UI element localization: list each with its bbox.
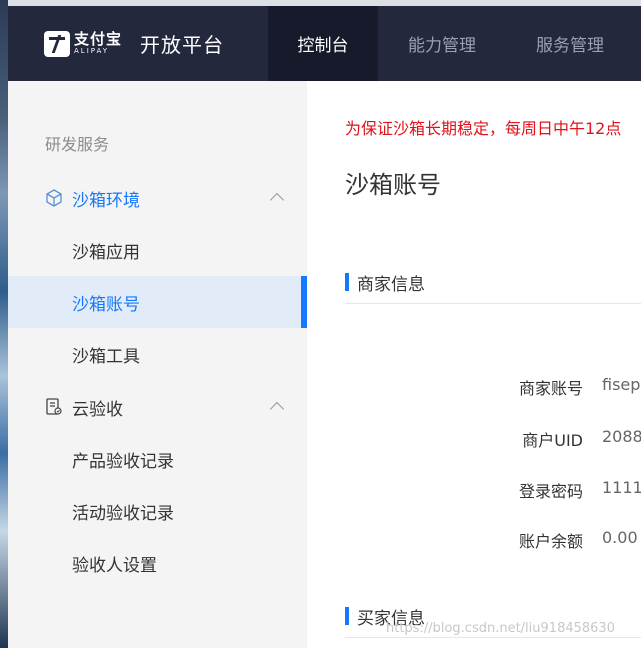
brand-logo-en: ALIPAY: [74, 47, 110, 55]
tab-console[interactable]: 控制台: [268, 6, 378, 81]
tab-capability-management[interactable]: 能力管理: [378, 6, 506, 81]
field-label: 商家账号: [518, 379, 583, 398]
sidebar-item-product-acceptance[interactable]: 产品验收记录: [8, 433, 307, 485]
sidebar-item-label: 活动验收记录: [72, 503, 174, 524]
brand[interactable]: 支付宝 ALIPAY 开放平台: [44, 6, 224, 81]
brand-logo-text: 支付宝 ALIPAY: [74, 31, 122, 56]
brand-logo-cn: 支付宝: [74, 30, 123, 48]
field-value[interactable]: 2088: [602, 427, 641, 446]
watermark: https://blog.csdn.net/liu918458630: [386, 621, 615, 636]
field-value[interactable]: 11111: [602, 478, 641, 497]
sidebar-item-sandbox-app[interactable]: 沙箱应用: [8, 224, 307, 276]
field-value[interactable]: fisepu: [602, 375, 641, 394]
section-divider: [345, 303, 641, 304]
sidebar-item-label: 沙箱工具: [72, 346, 140, 367]
sidebar-group-cloud-acceptance[interactable]: 云验收: [8, 387, 307, 427]
field-label: 登录密码: [518, 482, 583, 501]
field-label: 账户余额: [518, 532, 583, 551]
chevron-up-icon[interactable]: [269, 401, 285, 417]
field-label: 商户UID: [522, 431, 583, 450]
sidebar-item-label: 沙箱应用: [72, 242, 140, 263]
sidebar-group-sandbox[interactable]: 沙箱环境: [8, 178, 307, 218]
sidebar-item-acceptor-settings[interactable]: 验收人设置: [8, 537, 307, 589]
alipay-logo-icon: [44, 30, 70, 57]
login-password-row: 登录密码 11111: [307, 478, 641, 504]
cube-icon: [46, 189, 62, 207]
section-marker: [345, 607, 349, 625]
sidebar: 研发服务 沙箱环境 沙箱应用 沙箱账号 沙箱工具 云验收 产品验收记录 活动验收…: [8, 81, 307, 648]
sidebar-section-title: 研发服务: [45, 135, 110, 154]
background-desktop-strip: [0, 0, 8, 648]
sidebar-item-sandbox-tools[interactable]: 沙箱工具: [8, 328, 307, 380]
field-value: 0.00: [602, 528, 638, 547]
sidebar-group-label: 云验收: [72, 399, 123, 420]
merchant-uid-row: 商户UID 2088: [307, 427, 641, 453]
acceptance-doc-icon: [46, 398, 62, 415]
sidebar-item-activity-acceptance[interactable]: 活动验收记录: [8, 485, 307, 537]
main-content: 为保证沙箱长期稳定，每周日中午12点 沙箱账号 商家信息 商家账号 fisepu…: [307, 81, 641, 648]
top-header: 支付宝 ALIPAY 开放平台 控制台 能力管理 服务管理: [8, 6, 641, 81]
account-balance-row: 账户余额 0.00: [307, 528, 641, 554]
sidebar-item-label: 沙箱账号: [72, 294, 140, 315]
sidebar-item-label: 验收人设置: [72, 555, 157, 576]
section-marker: [345, 273, 349, 291]
maintenance-notice: 为保证沙箱长期稳定，每周日中午12点: [345, 119, 622, 138]
page-title: 沙箱账号: [345, 171, 441, 199]
merchant-section-header: 商家信息: [345, 272, 425, 295]
section-divider: [345, 637, 641, 638]
tab-service-management[interactable]: 服务管理: [506, 6, 634, 81]
top-nav: 控制台 能力管理 服务管理: [268, 6, 634, 81]
brand-platform-name: 开放平台: [140, 33, 225, 57]
sidebar-group-label: 沙箱环境: [72, 190, 140, 211]
section-title: 商家信息: [357, 274, 425, 295]
sidebar-item-label: 产品验收记录: [72, 451, 174, 472]
chevron-up-icon[interactable]: [269, 192, 285, 208]
merchant-account-row: 商家账号 fisepu: [307, 375, 641, 401]
sidebar-item-sandbox-account[interactable]: 沙箱账号: [8, 276, 307, 328]
